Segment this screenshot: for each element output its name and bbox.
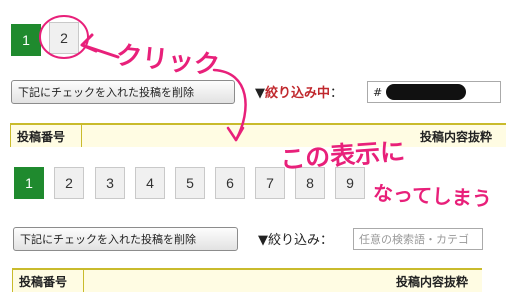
arrow-left-icon xyxy=(80,33,120,59)
highlight-circle-icon xyxy=(39,15,89,59)
arrow-head-icon xyxy=(226,126,245,142)
annotation-overlay xyxy=(39,15,247,142)
annotation-result-line2: なってしまう xyxy=(372,180,493,212)
